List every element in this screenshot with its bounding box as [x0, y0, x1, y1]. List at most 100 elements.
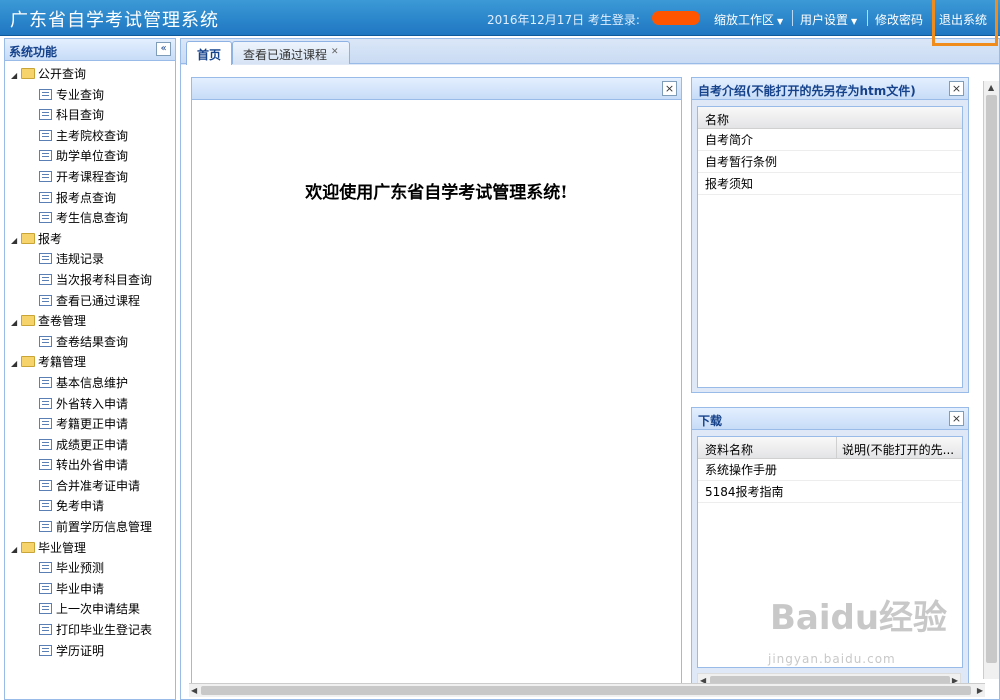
expand-arrow-icon[interactable]: ◢ [11, 313, 21, 334]
tree-leaf-item[interactable]: 考生信息查询 [5, 208, 175, 229]
tree-folder[interactable]: ◢ 公开查询 [5, 64, 175, 85]
page-icon [39, 459, 52, 471]
baidu-watermark: Baidu经验 [770, 598, 948, 638]
tree-leaf-item[interactable]: 成绩更正申请 [5, 435, 175, 456]
collapse-sidebar-button[interactable]: « [156, 42, 171, 56]
leaf-label: 查卷结果查询 [56, 334, 129, 349]
horizontal-scrollbar[interactable]: ◀ ▶ [189, 683, 985, 697]
zoom-workspace-menu[interactable]: 缩放工作区 ▼ [714, 11, 783, 28]
welcome-message: 欢迎使用广东省自学考试管理系统! [305, 183, 568, 203]
tree-leaf-item[interactable]: 上一次申请结果 [5, 599, 175, 620]
page-icon [39, 129, 52, 141]
page-icon [39, 294, 52, 306]
expand-arrow-icon[interactable]: ◢ [11, 540, 21, 561]
tree-leaf-item[interactable]: 开考课程查询 [5, 167, 175, 188]
function-tree: ◢ 公开查询 专业查询 科目查询 主考院校查询助学单位查询开考课程查询 报考点查询 考生信息… [5, 61, 175, 661]
column-header-description[interactable]: 说明(不能打开的先... [842, 441, 962, 458]
page-icon [39, 562, 52, 574]
tree-leaf-item[interactable]: 报考点查询 [5, 188, 175, 209]
app-header: 广东省自学考试管理系统 2016年12月17日 考生登录: 缩放工作区 ▼ 用户设… [0, 0, 1000, 36]
expand-arrow-icon[interactable]: ◢ [11, 231, 21, 252]
folder-icon [21, 541, 35, 553]
expand-arrow-icon[interactable]: ◢ [11, 66, 21, 87]
folder-label: 查卷管理 [38, 314, 87, 329]
page-icon [39, 644, 52, 656]
tree-folder[interactable]: ◢ 考籍管理 [5, 352, 175, 373]
tree-leaf-item[interactable]: 查卷结果查询 [5, 332, 175, 353]
tree-leaf-item[interactable]: 当次报考科目查询 [5, 270, 175, 291]
close-icon[interactable]: × [949, 411, 964, 426]
login-label: 考生登录: [587, 13, 640, 27]
tree-leaf-item[interactable]: 学历证明 [5, 641, 175, 662]
leaf-label: 外省转入申请 [56, 396, 129, 411]
page-icon [39, 376, 52, 388]
close-icon[interactable]: × [949, 81, 964, 96]
tree-leaf-item[interactable]: 基本信息维护 [5, 373, 175, 394]
column-divider[interactable] [836, 437, 837, 459]
user-info: 2016年12月17日 考生登录: [487, 11, 640, 28]
change-password-link[interactable]: 修改密码 [875, 11, 923, 28]
scroll-up-icon[interactable]: ▲ [988, 83, 994, 92]
tree-leaf-item[interactable]: 外省转入申请 [5, 394, 175, 415]
list-item[interactable]: 系统操作手册 [698, 459, 962, 481]
tree-leaf-item[interactable]: 科目查询 [5, 105, 175, 126]
close-icon[interactable]: ✕ [331, 47, 339, 57]
user-settings-menu[interactable]: 用户设置 ▼ [800, 11, 857, 28]
page-icon [39, 109, 52, 121]
panel-header: 下载 × [692, 408, 968, 430]
scroll-left-icon[interactable]: ◀ [191, 686, 197, 695]
tree-leaf-item[interactable]: 违规记录 [5, 249, 175, 270]
panel-header: 自考介绍(不能打开的先另存为htm文件) × [692, 78, 968, 100]
grid-header: 名称 [698, 107, 962, 129]
tree-leaf-item[interactable]: 考籍更正申请 [5, 414, 175, 435]
tree-leaf-item[interactable]: 助学单位查询 [5, 146, 175, 167]
tree-folder[interactable]: ◢ 查卷管理 [5, 311, 175, 332]
column-header-filename[interactable]: 资料名称 [705, 441, 753, 458]
scrollbar-thumb[interactable] [986, 95, 997, 663]
panel-title: 自考介绍(不能打开的先另存为htm文件) [698, 84, 916, 98]
leaf-label: 助学单位查询 [56, 149, 129, 164]
tree-leaf-item[interactable]: 主考院校查询 [5, 126, 175, 147]
page-icon [39, 603, 52, 615]
panel-title: 下载 [698, 414, 723, 428]
page-icon [39, 88, 52, 100]
tree-leaf-item[interactable]: 查看已通过课程 [5, 291, 175, 312]
tree-leaf-item[interactable]: 打印毕业生登记表 [5, 620, 175, 641]
scroll-right-icon[interactable]: ▶ [977, 686, 983, 695]
list-item[interactable]: 5184报考指南 [698, 481, 962, 503]
redacted-username [652, 11, 700, 25]
page-icon [39, 438, 52, 450]
tree-leaf-item[interactable]: 毕业预测 [5, 558, 175, 579]
page-icon [39, 521, 52, 533]
list-item[interactable]: 自考简介 [698, 129, 962, 151]
tree-folder[interactable]: ◢ 报考 [5, 229, 175, 250]
chevron-down-icon: ▼ [851, 17, 858, 26]
folder-icon [21, 356, 35, 368]
list-item[interactable]: 报考须知 [698, 173, 962, 195]
page-icon [39, 273, 52, 285]
tree-leaf-item[interactable]: 前置学历信息管理 [5, 517, 175, 538]
tree-leaf-item[interactable]: 专业查询 [5, 85, 175, 106]
list-item[interactable]: 自考暂行条例 [698, 151, 962, 173]
vertical-scrollbar[interactable]: ▲ [983, 81, 999, 679]
leaf-label: 毕业预测 [56, 561, 105, 576]
tree-leaf-item[interactable]: 免考申请 [5, 496, 175, 517]
tab-passed-courses[interactable]: 查看已通过课程 ✕ [232, 41, 350, 64]
leaf-label: 打印毕业生登记表 [56, 623, 153, 638]
column-header-name[interactable]: 名称 [705, 111, 729, 128]
tab-strip: 首页 查看已通过课程 ✕ [181, 39, 999, 65]
tree-folder[interactable]: ◢ 毕业管理 [5, 538, 175, 559]
scrollbar-thumb[interactable] [201, 686, 971, 695]
tree-leaf-item[interactable]: 合并准考证申请 [5, 476, 175, 497]
download-panel: 下载 × 资料名称 说明(不能打开的先... 系统操作手册 5184报考指南 ◀… [691, 407, 969, 691]
leaf-label: 成绩更正申请 [56, 437, 129, 452]
tree-leaf-item[interactable]: 毕业申请 [5, 579, 175, 600]
close-icon[interactable]: × [662, 81, 677, 96]
leaf-label: 考籍更正申请 [56, 417, 129, 432]
tree-leaf-item[interactable]: 转出外省申请 [5, 455, 175, 476]
welcome-panel: × 欢迎使用广东省自学考试管理系统! [191, 77, 682, 687]
page-icon [39, 191, 52, 203]
expand-arrow-icon[interactable]: ◢ [11, 354, 21, 375]
tab-home[interactable]: 首页 [186, 41, 233, 65]
leaf-label: 违规记录 [56, 252, 105, 267]
